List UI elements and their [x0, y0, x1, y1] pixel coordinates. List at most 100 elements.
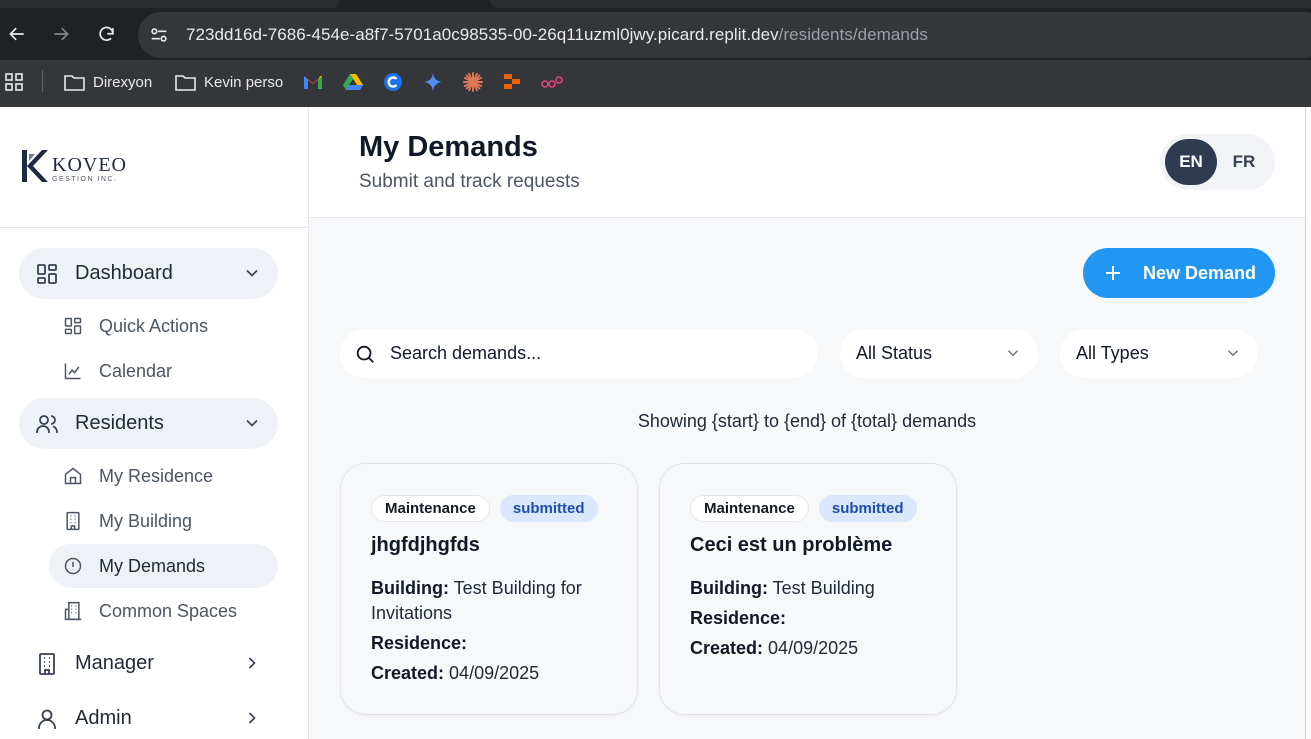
sidebar-group-residents[interactable]: Residents — [19, 398, 278, 449]
created-label: Created: — [690, 638, 764, 658]
building-icon — [66, 511, 80, 531]
url-host: 723dd16d-7686-454e-a8f7-5701a0c98535-00-… — [186, 25, 779, 44]
search-box[interactable] — [340, 329, 818, 378]
lang-en-button[interactable]: EN — [1165, 139, 1217, 185]
search-input[interactable] — [390, 343, 770, 364]
building-row: Building: Test Building — [690, 576, 940, 601]
demand-card[interactable]: Maintenance submitted Ceci est un problè… — [659, 463, 957, 715]
chevron-right-icon — [248, 712, 256, 724]
scrollbar[interactable] — [1305, 107, 1311, 739]
type-filter-value: All Types — [1076, 343, 1149, 363]
type-badge: Maintenance — [690, 495, 809, 522]
back-icon[interactable] — [5, 22, 29, 46]
reload-icon[interactable] — [94, 22, 118, 46]
residence-label: Residence: — [690, 608, 787, 628]
bookmark-direxyon[interactable]: Direxyon — [64, 72, 152, 92]
site-settings-icon[interactable] — [148, 24, 170, 46]
chevron-down-icon — [246, 419, 258, 427]
logo-subtitle: GESTION INC. — [52, 176, 118, 183]
folder-icon — [64, 74, 85, 91]
sidebar-group-label: Residents — [75, 412, 164, 434]
demand-title: jhgfdjhgfds — [371, 534, 480, 556]
sidebar-item-my-residence[interactable]: My Residence — [49, 454, 278, 498]
page-subtitle: Submit and track requests — [359, 171, 580, 192]
url-path: /residents/demands — [778, 25, 928, 44]
bookmark-kevin-perso[interactable]: Kevin perso — [175, 72, 283, 92]
dashboard-icon — [37, 263, 57, 284]
search-icon — [356, 345, 374, 363]
logo-name: KOVEO — [52, 154, 127, 176]
chart-line-icon — [64, 363, 81, 380]
sidebar-item-label: My Demands — [99, 555, 206, 576]
status-badge: submitted — [499, 495, 598, 522]
sidebar-divider — [0, 227, 308, 228]
stack-app-icon[interactable] — [503, 72, 521, 92]
bookmark-label: Direxyon — [93, 73, 153, 91]
status-filter-select[interactable]: All Status — [840, 329, 1038, 378]
sidebar-item-quick-actions[interactable]: Quick Actions — [49, 304, 278, 348]
bookmark-label: Kevin perso — [204, 73, 284, 91]
status-filter-value: All Status — [856, 343, 933, 363]
sidebar-item-my-building[interactable]: My Building — [49, 499, 278, 543]
quick-actions-icon — [64, 317, 82, 335]
created-value: 04/09/2025 — [449, 663, 540, 683]
chevron-down-icon — [1227, 350, 1239, 357]
sidebar-item-calendar[interactable]: Calendar — [49, 349, 278, 393]
tab-edge — [490, 0, 1311, 8]
sidebar-group-label: Manager — [75, 652, 154, 674]
demand-card[interactable]: Maintenance submitted jhgfdjhgfds Buildi… — [340, 463, 638, 715]
sidebar-group-manager[interactable]: Manager — [19, 638, 278, 689]
lang-fr-button[interactable]: FR — [1218, 139, 1270, 185]
users-icon — [36, 414, 58, 433]
url-text[interactable]: 723dd16d-7686-454e-a8f7-5701a0c98535-00-… — [186, 25, 928, 45]
apps-grid-icon[interactable] — [5, 72, 23, 92]
building-label: Building: — [371, 578, 449, 598]
sidebar-item-label: Quick Actions — [99, 315, 209, 336]
created-row: Created: 04/09/2025 — [371, 661, 621, 686]
page-title: My Demands — [359, 131, 538, 163]
language-switcher: EN FR — [1160, 134, 1275, 190]
alert-circle-icon — [64, 557, 82, 575]
drive-icon[interactable] — [343, 72, 363, 92]
building-columns-icon — [64, 601, 82, 621]
sidebar-item-common-spaces[interactable]: Common Spaces — [49, 589, 278, 633]
created-label: Created: — [371, 663, 445, 683]
building-value: Test Building — [772, 578, 875, 598]
sidebar-item-label: My Residence — [99, 465, 214, 486]
sidebar-item-my-demands[interactable]: My Demands — [49, 544, 278, 588]
gemini-icon[interactable] — [423, 72, 443, 92]
results-count-text: Showing {start} to {end} of {total} dema… — [637, 411, 977, 431]
chevron-right-icon — [248, 657, 256, 669]
claude-icon[interactable] — [463, 72, 483, 92]
link-app-icon[interactable] — [541, 72, 563, 92]
residence-label: Residence: — [371, 633, 468, 653]
home-icon — [64, 467, 82, 485]
tab-edge — [0, 0, 340, 8]
plus-icon — [1106, 266, 1120, 280]
sidebar-group-dashboard[interactable]: Dashboard — [19, 248, 278, 299]
forward-icon[interactable] — [49, 22, 73, 46]
type-badge: Maintenance — [371, 495, 490, 522]
sidebar-group-label: Dashboard — [75, 262, 173, 284]
company-logo[interactable]: KOVEO GESTION INC. — [20, 148, 127, 184]
residence-row: Residence: — [371, 631, 621, 656]
created-row: Created: 04/09/2025 — [690, 636, 940, 661]
new-demand-button[interactable]: New Demand — [1083, 248, 1275, 298]
folder-icon — [175, 74, 196, 91]
chevron-down-icon — [1007, 350, 1019, 357]
sidebar-item-label: Calendar — [99, 360, 173, 381]
sidebar-item-label: Common Spaces — [99, 600, 238, 621]
created-value: 04/09/2025 — [768, 638, 859, 658]
building-icon — [39, 652, 55, 675]
gmail-icon[interactable] — [303, 72, 323, 92]
sidebar-group-admin[interactable]: Admin — [19, 693, 278, 739]
building-label: Building: — [690, 578, 768, 598]
bookmark-separator — [42, 70, 43, 92]
user-icon — [38, 709, 56, 729]
type-filter-select[interactable]: All Types — [1060, 329, 1258, 378]
building-row: Building: Test Building for Invitations — [371, 576, 621, 626]
c-app-icon[interactable] — [383, 72, 403, 92]
residence-row: Residence: — [690, 606, 940, 631]
status-badge: submitted — [818, 495, 917, 522]
chevron-down-icon — [246, 269, 258, 277]
